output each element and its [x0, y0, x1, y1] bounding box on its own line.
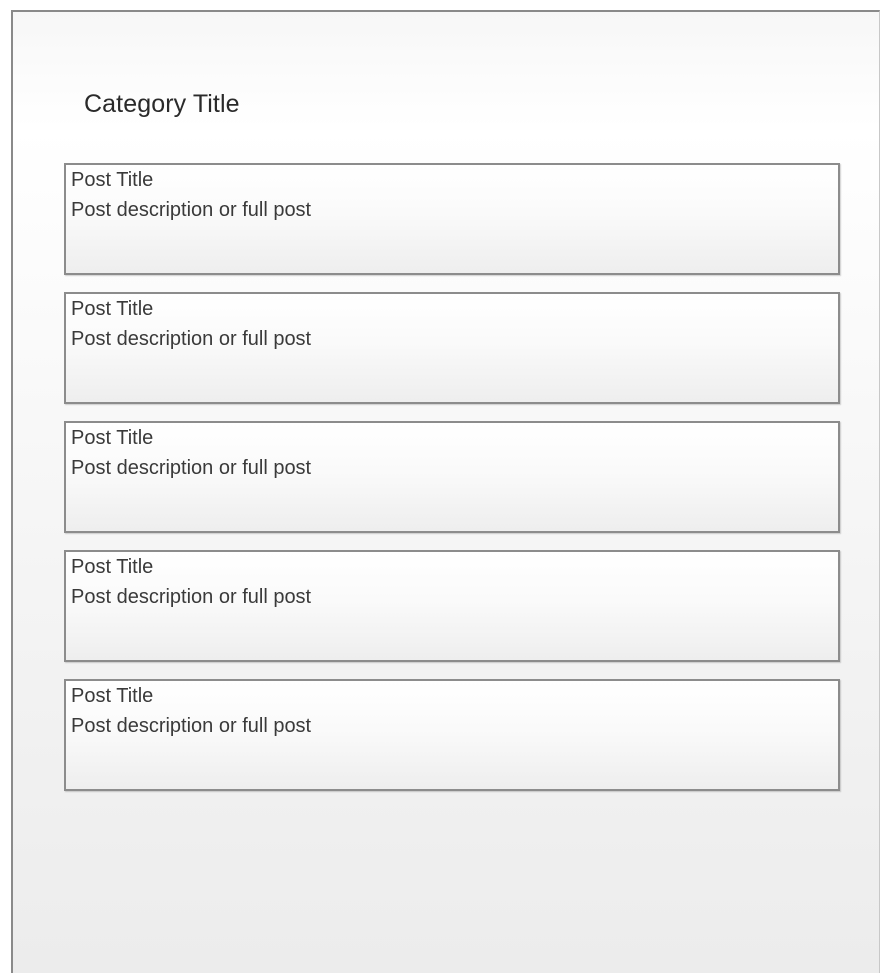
post-description: Post description or full post	[71, 457, 312, 479]
post-list: Post Title Post description or full post…	[64, 163, 840, 808]
page-frame: Category Title Post Title Post descripti…	[11, 10, 880, 973]
post-title[interactable]: Post Title	[71, 685, 153, 707]
post-title[interactable]: Post Title	[71, 169, 153, 191]
post-title[interactable]: Post Title	[71, 427, 153, 449]
post-card[interactable]: Post Title Post description or full post	[64, 292, 840, 404]
post-description: Post description or full post	[71, 715, 312, 737]
post-title[interactable]: Post Title	[71, 298, 153, 320]
post-card[interactable]: Post Title Post description or full post	[64, 550, 840, 662]
post-card[interactable]: Post Title Post description or full post	[64, 679, 840, 791]
post-description: Post description or full post	[71, 586, 312, 608]
post-card[interactable]: Post Title Post description or full post	[64, 163, 840, 275]
post-description: Post description or full post	[71, 199, 312, 221]
post-description: Post description or full post	[71, 328, 312, 350]
post-card[interactable]: Post Title Post description or full post	[64, 421, 840, 533]
category-title: Category Title	[84, 90, 240, 118]
post-title[interactable]: Post Title	[71, 556, 153, 578]
